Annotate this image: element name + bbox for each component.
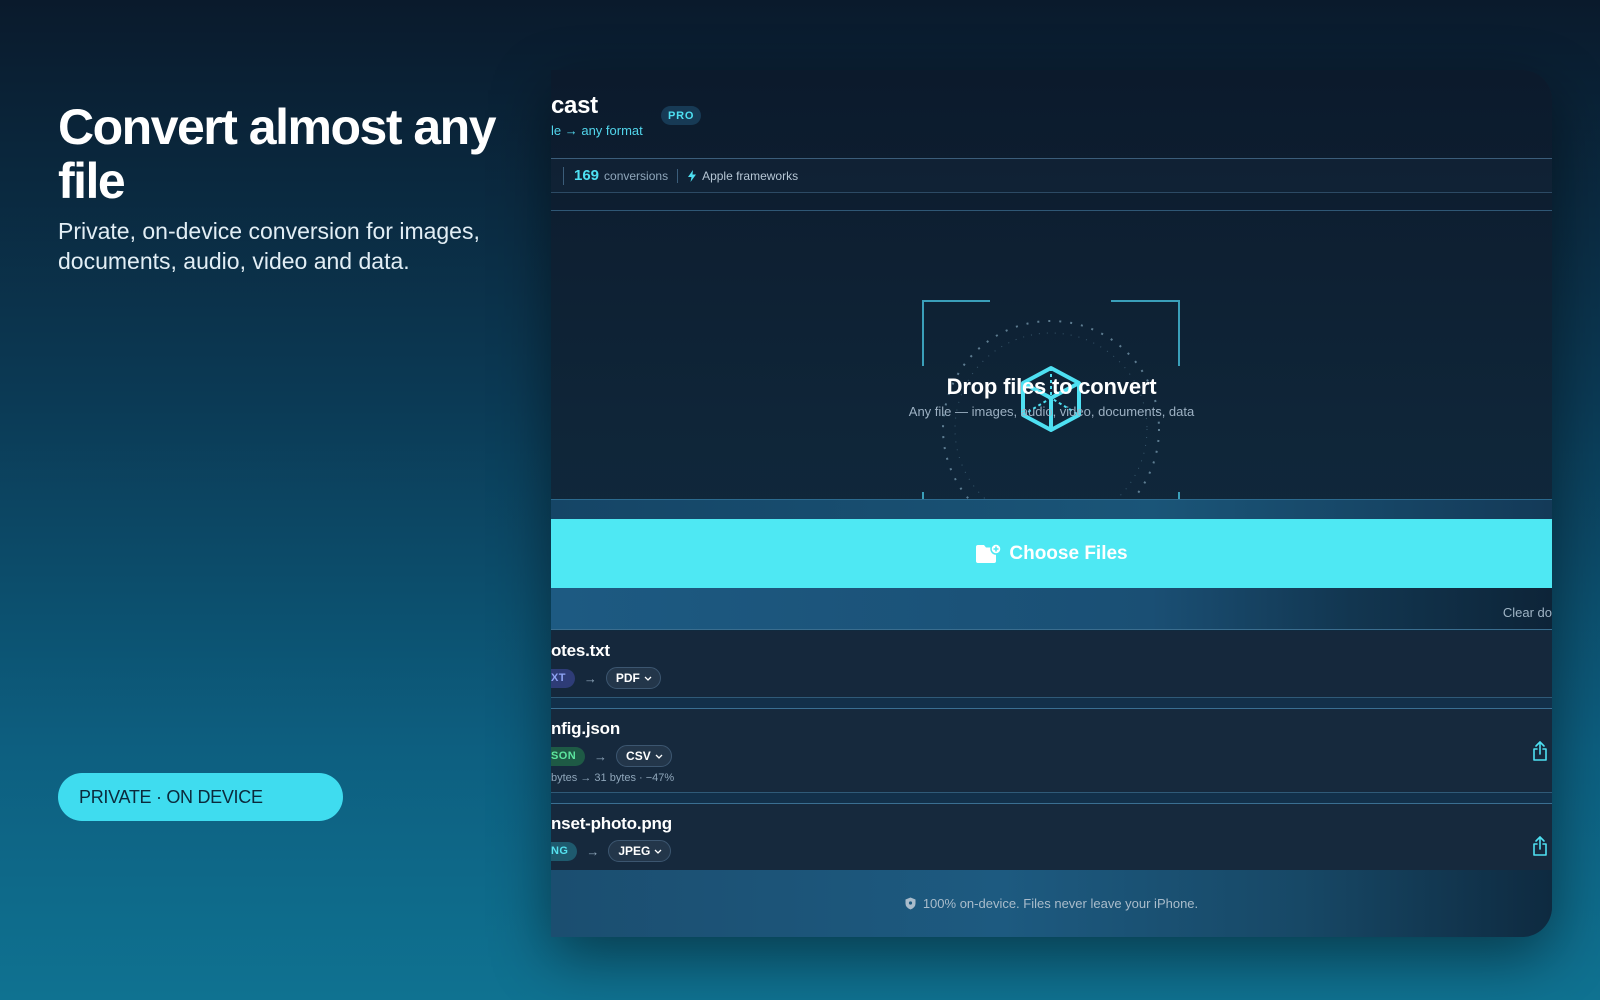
app-screen: cast le → any format PRO 169 conversions… — [551, 70, 1552, 937]
target-format-label: CSV — [626, 749, 651, 763]
format-line: NG → JPEG — [551, 840, 672, 862]
format-line: XT → PDF — [551, 667, 661, 689]
stats-divider — [563, 166, 564, 185]
file-name: nfig.json — [551, 719, 621, 738]
file-row[interactable]: nfig.json SON → CSV bytes → 31 bytes · −… — [551, 708, 1552, 793]
target-format-label: JPEG — [618, 844, 651, 858]
arrow-icon: → — [594, 748, 608, 764]
choose-files-button[interactable]: Choose Files — [551, 519, 1552, 588]
headline: Convert almost any file — [58, 99, 497, 209]
share-icon[interactable] — [1531, 740, 1549, 762]
format-line: SON → CSV — [551, 745, 672, 767]
file-name: otes.txt — [551, 641, 610, 660]
app-header: cast le → any format PRO — [551, 70, 1552, 158]
file-row[interactable]: nset-photo.png NG → JPEG — [551, 803, 1552, 870]
drop-zone-title: Drop files to convert — [946, 374, 1157, 399]
shield-icon — [905, 897, 916, 910]
subheadline: Private, on-device conversion for images… — [58, 218, 480, 274]
target-format-select[interactable]: PDF — [605, 667, 661, 689]
folder-plus-icon — [976, 542, 1002, 563]
conversion-count-label: conversions — [604, 168, 669, 183]
privacy-footer-text: 100% on-device. Files never leave your i… — [922, 896, 1199, 911]
bolt-icon — [688, 169, 697, 182]
stats-bar: 169 conversions Apple frameworks — [551, 158, 1552, 193]
target-format-select[interactable]: CSV — [616, 745, 672, 767]
source-format-badge: NG — [551, 841, 578, 861]
chevron-down-icon — [644, 676, 652, 681]
chevron-down-icon — [655, 754, 663, 759]
file-name: nset-photo.png — [551, 814, 672, 833]
files-header: Clear do — [551, 588, 1552, 630]
source-format-badge: SON — [551, 746, 586, 766]
arrow-icon: → — [586, 843, 600, 859]
file-row[interactable]: otes.txt XT → PDF — [551, 631, 1552, 698]
clear-done-button[interactable]: Clear do — [1503, 605, 1552, 620]
choose-files-label: Choose Files — [1009, 542, 1128, 564]
drop-zone-hint: Any file — images, audio, video, documen… — [908, 404, 1195, 419]
pill-label: PRIVATE · ON DEVICE — [79, 786, 263, 807]
source-format-badge: XT — [551, 668, 575, 688]
conversion-count: 169 — [574, 167, 600, 184]
row-separator — [551, 793, 1552, 803]
chevron-down-icon — [654, 849, 662, 854]
share-icon[interactable] — [1531, 835, 1549, 857]
privacy-footer: 100% on-device. Files never leave your i… — [551, 870, 1552, 937]
app-subtitle: le → any format — [551, 123, 643, 138]
size-info: bytes → 31 bytes · −47% — [551, 772, 675, 784]
target-format-label: PDF — [615, 671, 640, 685]
private-on-device-pill: PRIVATE · ON DEVICE — [58, 773, 343, 821]
framework-label: Apple frameworks — [702, 168, 799, 183]
target-format-select[interactable]: JPEG — [608, 840, 672, 862]
app-title: cast — [551, 92, 598, 119]
section-divider — [551, 499, 1552, 520]
stats-divider — [677, 168, 679, 183]
arrow-icon: → — [583, 670, 597, 686]
pro-badge: PRO — [661, 106, 702, 125]
